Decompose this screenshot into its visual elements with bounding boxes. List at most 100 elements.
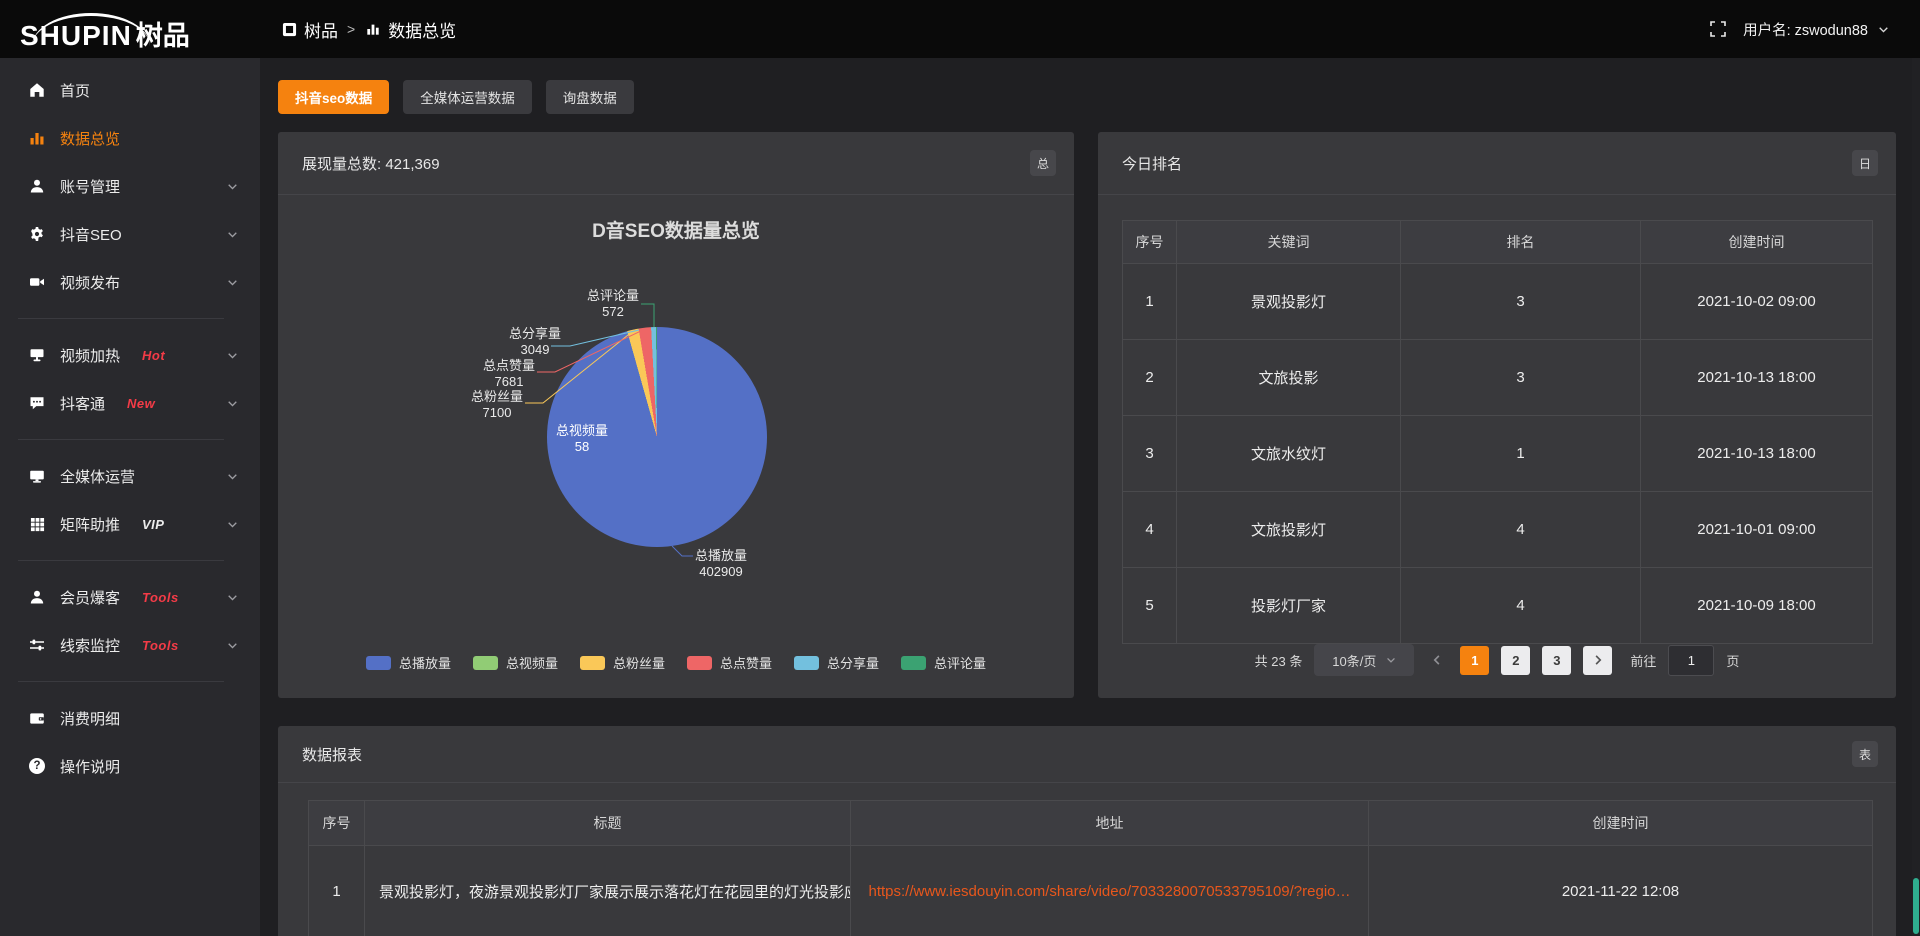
page-button-2[interactable]: 2	[1501, 646, 1530, 675]
scrollbar-thumb[interactable]	[1913, 878, 1919, 934]
sidebar-item-video-publish[interactable]: 视频发布	[0, 258, 260, 306]
video-camera-icon	[28, 274, 46, 290]
table-row: 1 景观投影灯 3 2021-10-02 09:00	[1123, 264, 1873, 340]
app-window: SHUPIN 树品 树品 > 数据总览 用户名: zsw	[0, 0, 1920, 936]
breadcrumb: 树品 > 数据总览	[280, 17, 456, 42]
grid-icon	[28, 517, 46, 532]
legend-item[interactable]: 总评论量	[901, 653, 986, 672]
sidebar-item-video-heat[interactable]: 视频加热 Hot	[0, 331, 260, 379]
chevron-down-icon	[227, 229, 238, 240]
report-table: 序号 标题 地址 创建时间 1 景观投影灯，夜游景观投影灯厂家展示展示落花灯在花…	[308, 800, 1873, 936]
overview-panel: 展现量总数: 421,369 总 D音SEO数据量总览 总播放量402909 总…	[278, 132, 1074, 698]
tab-media-operation[interactable]: 全媒体运营数据	[403, 80, 532, 114]
report-panel-header: 数据报表 表	[278, 726, 1896, 783]
sidebar-item-instructions[interactable]: ? 操作说明	[0, 742, 260, 790]
overview-panel-header: 展现量总数: 421,369 总	[278, 132, 1074, 195]
table-row: 1 景观投影灯，夜游景观投影灯厂家展示展示落花灯在花园里的灯光投影应用效果 # …	[309, 846, 1873, 936]
chevron-down-icon	[227, 592, 238, 603]
breadcrumb-current[interactable]: 数据总览	[364, 17, 456, 42]
table-header-row: 序号 关键词 排名 创建时间	[1123, 221, 1873, 264]
chevron-down-icon	[227, 277, 238, 288]
report-panel: 数据报表 表 序号 标题 地址 创建时间 1 景观投影灯，夜游景观投影灯厂	[278, 726, 1896, 936]
app-square-icon	[280, 22, 298, 37]
sidebar-item-member-burst[interactable]: 会员爆客 Tools	[0, 573, 260, 621]
bar-chart-icon	[364, 22, 382, 36]
chevron-down-icon	[227, 471, 238, 482]
page-size-select[interactable]: 10条/页	[1314, 644, 1414, 676]
chevron-down-icon	[227, 398, 238, 409]
chevron-down-icon	[1386, 655, 1396, 665]
ranking-panel-header: 今日排名 日	[1098, 132, 1896, 195]
username-label: 用户名: zswodun88	[1743, 19, 1868, 40]
sidebar-item-consumption[interactable]: 消费明细	[0, 694, 260, 742]
user-icon	[28, 178, 46, 194]
goto-page-input[interactable]: 1	[1668, 645, 1714, 676]
top-header: SHUPIN 树品 树品 > 数据总览 用户名: zsw	[0, 0, 1920, 58]
legend-item[interactable]: 总点赞量	[687, 653, 772, 672]
home-icon	[28, 82, 46, 98]
sliders-icon	[28, 637, 46, 653]
breadcrumb-root[interactable]: 树品	[280, 17, 338, 42]
legend-swatch	[794, 656, 819, 670]
sidebar-divider	[18, 318, 224, 319]
page-scrollbar[interactable]	[1912, 58, 1920, 936]
user-menu[interactable]: 用户名: zswodun88	[1743, 19, 1892, 40]
sidebar: 首页 数据总览 账号管理 抖音SEO 视频发布 视频加热 Hot	[0, 58, 260, 936]
pagination: 共 23 条 10条/页 1 2 3 前往 1 页	[1098, 644, 1896, 676]
hot-badge: Hot	[142, 348, 165, 363]
chevron-down-icon	[227, 181, 238, 192]
table-row: 5 投影灯厂家 4 2021-10-09 18:00	[1123, 568, 1873, 644]
legend-item[interactable]: 总分享量	[794, 653, 879, 672]
legend-swatch	[687, 656, 712, 670]
tab-douyin-seo[interactable]: 抖音seo数据	[278, 80, 389, 114]
impressions-total-label: 展现量总数: 421,369	[302, 153, 440, 174]
goto-suffix: 页	[1726, 651, 1739, 670]
gear-icon	[28, 226, 46, 242]
fullscreen-icon[interactable]	[1709, 21, 1727, 37]
sidebar-item-media-operation[interactable]: 全媒体运营	[0, 452, 260, 500]
tab-inquiry[interactable]: 询盘数据	[546, 80, 634, 114]
ranking-table: 序号 关键词 排名 创建时间 1 景观投影灯 3 2021-10-02 09:0…	[1122, 220, 1873, 644]
pie-label-video: 总视频量58	[542, 423, 622, 455]
logo: SHUPIN 树品	[0, 8, 260, 50]
prev-page-button[interactable]	[1426, 654, 1448, 666]
sidebar-item-clue-monitor[interactable]: 线索监控 Tools	[0, 621, 260, 669]
main-content: 抖音seo数据 全媒体运营数据 询盘数据 展现量总数: 421,369 总 D音…	[260, 58, 1920, 936]
sidebar-item-douketong[interactable]: 抖客通 New	[0, 379, 260, 427]
pie-label-comment: 总评论量572	[573, 288, 653, 320]
report-title: 数据报表	[302, 744, 362, 765]
sidebar-item-matrix-boost[interactable]: 矩阵助推 VIP	[0, 500, 260, 548]
sidebar-item-home[interactable]: 首页	[0, 66, 260, 114]
data-tabs: 抖音seo数据 全媒体运营数据 询盘数据	[278, 80, 634, 114]
legend-item[interactable]: 总视频量	[473, 653, 558, 672]
chevron-down-icon	[227, 640, 238, 651]
pie-legend: 总播放量 总视频量 总粉丝量 总点赞量 总分享量 总评论量	[278, 653, 1074, 672]
next-page-button[interactable]	[1583, 646, 1612, 675]
day-badge-button[interactable]: 日	[1852, 150, 1878, 176]
legend-swatch	[901, 656, 926, 670]
table-badge-button[interactable]: 表	[1852, 741, 1878, 767]
wallet-icon	[28, 710, 46, 726]
pie-label-fans: 总粉丝量7100	[457, 389, 537, 421]
video-url-link[interactable]: https://www.iesdouyin.com/share/video/70…	[869, 883, 1351, 900]
sidebar-item-data-overview[interactable]: 数据总览	[0, 114, 260, 162]
legend-item[interactable]: 总粉丝量	[580, 653, 665, 672]
legend-swatch	[473, 656, 498, 670]
vip-badge: VIP	[142, 517, 164, 532]
video-title-cell: 景观投影灯，夜游景观投影灯厂家展示展示落花灯在花园里的灯光投影应用效果 #	[365, 846, 851, 936]
legend-swatch	[580, 656, 605, 670]
sidebar-item-douyin-seo[interactable]: 抖音SEO	[0, 210, 260, 258]
new-badge: New	[127, 396, 155, 411]
pagination-total: 共 23 条	[1255, 651, 1303, 670]
page-button-3[interactable]: 3	[1542, 646, 1571, 675]
page-button-1[interactable]: 1	[1460, 646, 1489, 675]
person-icon	[28, 589, 46, 605]
pie-chart-title: D音SEO数据量总览	[278, 216, 1074, 243]
header-right: 用户名: zswodun88	[1709, 19, 1920, 40]
total-badge-button[interactable]: 总	[1030, 150, 1056, 176]
heat-display-icon	[28, 347, 46, 363]
legend-item[interactable]: 总播放量	[366, 653, 451, 672]
sidebar-item-account[interactable]: 账号管理	[0, 162, 260, 210]
chat-icon	[28, 395, 46, 411]
table-row: 2 文旅投影 3 2021-10-13 18:00	[1123, 340, 1873, 416]
